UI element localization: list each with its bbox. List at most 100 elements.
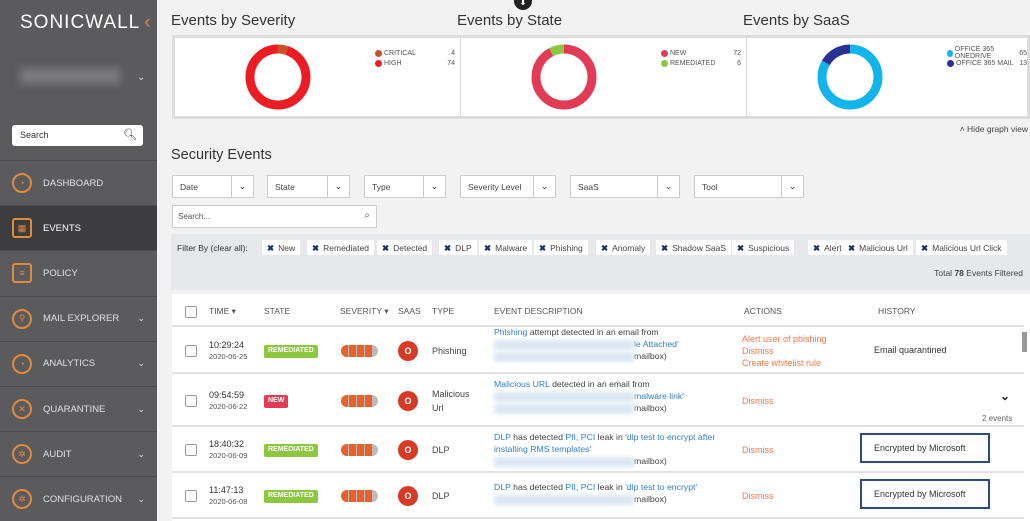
legend-label: OFFICE 365 ONEDRIVE xyxy=(954,46,995,60)
sidebar-item-configuration[interactable]: ✲ CONFIGURATION ⌄ xyxy=(0,476,157,521)
filter-chip-alert[interactable]: ✖ Alert xyxy=(808,240,847,255)
event-history: Encrypted by Microsoft xyxy=(860,433,990,463)
legend-dot xyxy=(947,59,954,67)
column-header-type: TYPE xyxy=(432,306,455,316)
filter-chip-new[interactable]: ✖ New xyxy=(262,240,301,255)
event-date: 2020-06-09 xyxy=(209,451,248,460)
filter-chip-suspicious[interactable]: ✖ Suspicious xyxy=(732,240,795,255)
legend-item[interactable]: CRITICAL 4 xyxy=(375,48,455,58)
table-row[interactable]: 10:29:24 2020-06-25 REMEDIATED O Phishing Phi… xyxy=(172,327,1024,374)
filter-dropdown-state[interactable]: State ⌄ xyxy=(267,175,350,198)
table-row[interactable]: 11:47:13 2020-06-08 REMEDIATED O DLP DLP has … xyxy=(172,473,1024,519)
dropdown-label: Type xyxy=(372,181,391,192)
filter-dropdown-tool[interactable]: Tool ⌄ xyxy=(694,175,804,198)
row-checkbox[interactable] xyxy=(185,344,197,357)
donut-slice-new[interactable] xyxy=(531,44,597,110)
sidebar-item-audit[interactable]: ✲ AUDIT ⌄ xyxy=(0,431,157,476)
scroll-down-icon[interactable]: ⬇ xyxy=(514,0,532,10)
action-link-create-whitelist-rule[interactable]: Create whitelist rule xyxy=(742,357,827,369)
remove-filter-icon[interactable]: ✖ xyxy=(601,243,608,253)
action-link-dismiss[interactable]: Dismiss xyxy=(742,490,774,502)
remove-filter-icon[interactable]: ✖ xyxy=(737,243,744,253)
remove-filter-icon[interactable]: ✖ xyxy=(444,243,451,253)
sidebar-item-events[interactable]: ▦ EVENTS xyxy=(0,205,157,251)
legend-item[interactable]: NEW 72 xyxy=(661,48,741,58)
chevron-down-icon: ⌄ xyxy=(533,176,555,197)
action-link-dismiss[interactable]: Dismiss xyxy=(742,345,827,357)
chevron-down-icon: ⌄ xyxy=(137,448,145,459)
filter-dropdown-saas[interactable]: SaaS ⌄ xyxy=(570,175,680,198)
action-link-dismiss[interactable]: Dismiss xyxy=(742,395,774,407)
filter-chip-dlp[interactable]: ✖ DLP xyxy=(439,240,477,255)
remove-filter-icon[interactable]: ✖ xyxy=(921,243,928,253)
event-type-link[interactable]: Phishing xyxy=(494,327,527,337)
action-link-alert-user-of-phishing[interactable]: Alert user of phishing xyxy=(742,333,827,345)
remove-filter-icon[interactable]: ✖ xyxy=(267,243,274,253)
email-subject-link[interactable]: le Attached' xyxy=(634,339,679,349)
chevron-down-icon: ⌄ xyxy=(327,176,349,197)
events-search-input[interactable]: Search... ⌕ xyxy=(172,205,377,228)
legend-label: HIGH xyxy=(384,59,402,67)
sidebar-item-label: POLICY xyxy=(43,267,78,279)
sidebar-item-policy[interactable]: ≡ POLICY xyxy=(0,250,157,295)
filter-dropdown-date[interactable]: Date ⌄ xyxy=(172,175,254,198)
legend-item[interactable]: REMEDIATED 6 xyxy=(661,58,741,68)
column-header-time[interactable]: TIME ▾ xyxy=(209,306,236,317)
filter-chip-malicious-url-click[interactable]: ✖ Malicious Url Click xyxy=(916,240,1007,255)
filter-chip-remediated[interactable]: ✖ Remediated xyxy=(307,240,374,255)
remove-filter-icon[interactable]: ✖ xyxy=(848,243,855,253)
legend-item[interactable]: HIGH 74 xyxy=(375,58,455,68)
row-checkbox[interactable] xyxy=(185,394,197,407)
filter-chip-phishing[interactable]: ✖ Phishing xyxy=(534,240,588,255)
sidebar-item-mail-explorer[interactable]: ⚲ MAIL EXPLORER ⌄ xyxy=(0,295,157,341)
remove-filter-icon[interactable]: ✖ xyxy=(661,243,668,253)
filter-chip-malicious-url[interactable]: ✖ Malicious Url xyxy=(843,240,913,255)
column-header-severity[interactable]: SEVERITY ▾ xyxy=(340,306,389,317)
collapse-sidebar-icon[interactable]: ‹ xyxy=(144,12,151,33)
chip-label: Remediated xyxy=(323,243,369,253)
row-checkbox[interactable] xyxy=(185,444,197,456)
account-selector[interactable] xyxy=(20,68,120,84)
remove-filter-icon[interactable]: ✖ xyxy=(312,243,319,253)
scrollbar[interactable] xyxy=(1022,332,1027,352)
hide-graph-view-link[interactable]: ˄ Hide graph view xyxy=(960,124,1028,134)
pii-link[interactable]: PII, PCI xyxy=(565,432,595,442)
event-time: 10:29:24 2020-06-25 xyxy=(209,339,248,361)
email-subject-link[interactable]: 'dlp test to encrypt' xyxy=(625,482,697,492)
filter-by-label[interactable]: Filter By (clear all): xyxy=(177,243,248,253)
filter-chip-detected[interactable]: ✖ Detected xyxy=(377,240,433,255)
chevron-down-icon[interactable]: ⌄ xyxy=(137,72,145,83)
table-row[interactable]: 18:40:32 2020-06-09 REMEDIATED O DLP DLP has … xyxy=(172,427,1024,473)
gauge-icon: ◔ xyxy=(12,353,32,374)
action-link-dismiss[interactable]: Dismiss xyxy=(742,444,774,456)
chip-label: Malicious Url xyxy=(859,243,908,253)
donut-slice-high[interactable] xyxy=(245,44,311,110)
select-all-checkbox[interactable] xyxy=(185,306,197,318)
email-subject-link[interactable]: malware link' xyxy=(634,391,684,401)
event-type: Phishing xyxy=(432,345,467,356)
remove-filter-icon[interactable]: ✖ xyxy=(539,243,546,253)
sidebar-item-dashboard[interactable]: ◔ DASHBOARD xyxy=(0,160,157,205)
remove-filter-icon[interactable]: ✖ xyxy=(813,243,820,253)
event-type-link[interactable]: DLP xyxy=(494,482,511,492)
pii-link[interactable]: PII, PCI xyxy=(565,482,595,492)
legend-item[interactable]: OFFICE 365 ONEDRIVE 65 xyxy=(947,46,1027,60)
expand-chevron-icon[interactable]: ⌄ xyxy=(1000,389,1010,403)
filter-chip-malware[interactable]: ✖ Malware xyxy=(479,240,533,255)
event-history: Encrypted by Microsoft xyxy=(860,479,990,509)
filter-chip-anomaly[interactable]: ✖ Anomaly xyxy=(596,240,651,255)
remove-filter-icon[interactable]: ✖ xyxy=(484,243,491,253)
table-row[interactable]: 09:54:59 2020-06-22 NEW O Malicious Url Malic… xyxy=(172,374,1024,427)
remove-filter-icon[interactable]: ✖ xyxy=(382,243,389,253)
row-checkbox[interactable] xyxy=(185,490,197,502)
sidebar-search-input[interactable]: Search 🔍︎ xyxy=(12,125,143,146)
sidebar-item-analytics[interactable]: ◔ ANALYTICS ⌄ xyxy=(0,340,157,386)
event-type-link[interactable]: DLP xyxy=(494,432,511,442)
chip-label: Alert xyxy=(824,243,842,253)
sidebar-item-quarantine[interactable]: ✕ QUARANTINE ⌄ xyxy=(0,386,157,431)
filter-chip-shadow-saas[interactable]: ✖ Shadow SaaS xyxy=(656,240,731,255)
event-type-link[interactable]: Malicious URL xyxy=(494,379,550,389)
chart-title-severity: Events by Severity xyxy=(171,12,296,29)
filter-dropdown-severity-level[interactable]: Severity Level ⌄ xyxy=(460,175,556,198)
filter-dropdown-type[interactable]: Type ⌄ xyxy=(364,175,446,198)
